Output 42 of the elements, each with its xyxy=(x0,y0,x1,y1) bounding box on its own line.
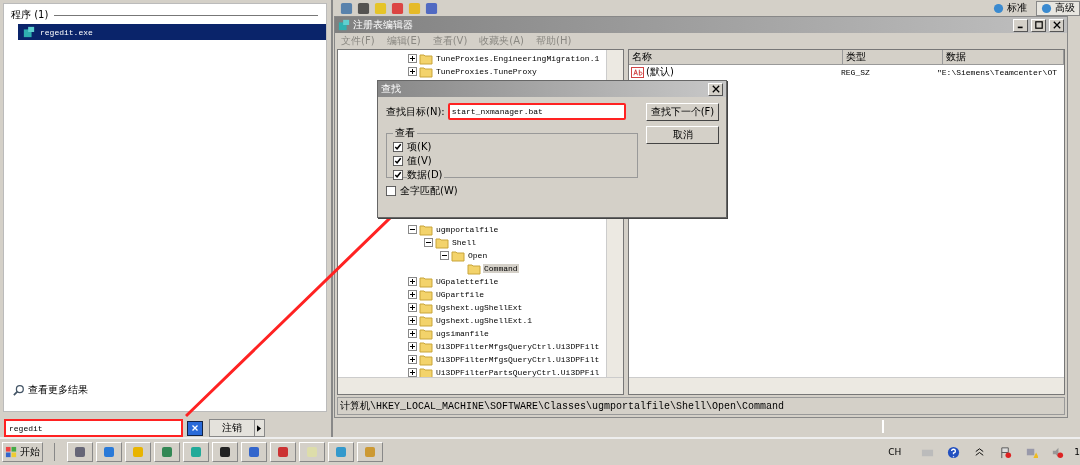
tree-item[interactable]: TuneProxies.EngineeringMigration.1 xyxy=(435,54,601,63)
clock: 1 xyxy=(1074,447,1080,457)
tree-item[interactable]: UGpalettefile xyxy=(435,277,500,286)
section-header: 程序 (1) xyxy=(11,8,49,22)
find-what-field[interactable]: start_nxmanager.bat xyxy=(447,103,626,120)
find-next-button[interactable]: 查找下一个(F) xyxy=(646,103,719,121)
view-button[interactable]: 标准 xyxy=(988,0,1032,16)
tree-item[interactable]: ugmportalfile xyxy=(435,225,500,234)
tree-item[interactable]: Ui3DPFilterMfgsQueryCtrl.Ui3DPFilt xyxy=(435,355,601,364)
tree-item[interactable]: UGpartfile xyxy=(435,290,485,299)
checkbox-label: 值(V) xyxy=(407,154,433,168)
value-name: (默认) xyxy=(646,65,674,79)
column-header[interactable]: 名称 xyxy=(629,50,843,64)
tree-item[interactable]: Ui3DPFilterMfgsQueryCtrl.Ui3DPFilt xyxy=(435,342,601,351)
value-type: REG_SZ xyxy=(841,67,871,77)
checkbox-label: 全字匹配(W) xyxy=(400,184,459,198)
view-button[interactable]: 高级 xyxy=(1036,0,1080,16)
status-bar: 计算机\HKEY_LOCAL_MACHINE\SOFTWARE\Classes\ugmportalfile\Shell\Open\Command xyxy=(337,397,1065,415)
window-title: 注册表编辑器 xyxy=(353,18,413,32)
checkbox-label: 项(K) xyxy=(407,140,433,154)
tree-item[interactable]: TuneProxies.TuneProxy xyxy=(435,67,538,76)
tree-item[interactable]: Open xyxy=(467,251,489,260)
more-results-link[interactable]: 查看更多结果 xyxy=(28,383,88,397)
cancel-button[interactable]: 取消 xyxy=(646,126,719,144)
column-header[interactable]: 类型 xyxy=(843,50,943,64)
value-data: "E:\Siemens\Teamcenter\OT xyxy=(937,67,1059,77)
tree-item[interactable]: Ui3DPFilterPartsQueryCtrl.Ui3DPFil xyxy=(435,368,601,377)
tree-item[interactable]: Command xyxy=(483,264,519,273)
column-header[interactable]: 数据 xyxy=(943,50,1064,64)
tree-item[interactable]: Shell xyxy=(451,238,477,247)
tree-item[interactable]: ugsimanfile xyxy=(435,329,490,338)
start-button[interactable]: 开始 xyxy=(2,442,43,462)
checkbox-label: 数据(D) xyxy=(407,168,444,182)
logoff-button[interactable]: 注销 xyxy=(209,419,255,437)
language-indicator[interactable]: CH xyxy=(888,447,902,457)
search-field[interactable]: regedit xyxy=(4,419,183,437)
tree-item[interactable]: Ugshext.ugShellExt xyxy=(435,303,524,312)
dialog-title: 查找 xyxy=(381,82,401,96)
tree-item[interactable]: Ugshext.ugShellExt.1 xyxy=(435,316,533,325)
search-result[interactable]: regedit.exe xyxy=(18,24,326,40)
field-label: 查找目标(N): xyxy=(386,104,445,119)
group-title: 查看 xyxy=(394,126,416,140)
